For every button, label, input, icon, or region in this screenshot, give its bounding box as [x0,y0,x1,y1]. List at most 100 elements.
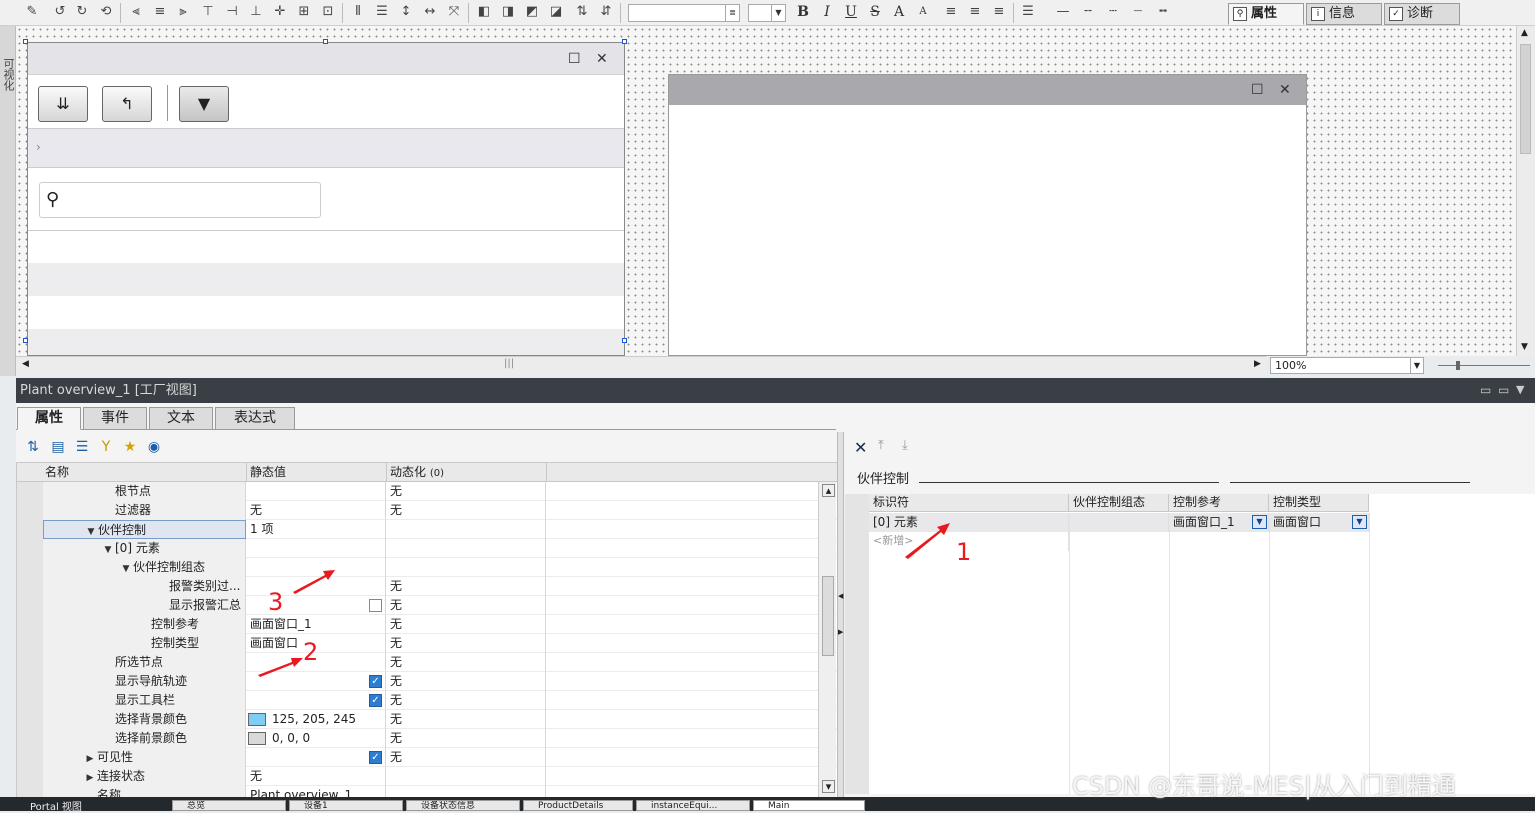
task-tab-device-status[interactable]: 设备状态信息 [406,800,520,811]
checkbox-checked[interactable]: ✓ [369,694,382,707]
font-name-combo[interactable]: ≣ [628,4,740,22]
rotate-right-icon[interactable]: ↻ [74,4,90,20]
sort-button[interactable]: ⇊ [38,86,88,122]
row-type[interactable]: 画面窗口 ▼ [1269,513,1369,532]
property-name[interactable]: 显示工具栏 [43,691,246,710]
column-dynamic-header[interactable]: 动态化 (0) [390,463,444,483]
property-name[interactable]: 选择前景颜色 [43,729,246,748]
column-type-header[interactable]: 控制类型 [1269,494,1369,512]
expander-icon[interactable]: ▼ [84,523,98,538]
dynamic-value[interactable]: 无 [386,501,546,520]
checkbox-checked[interactable]: ✓ [369,675,382,688]
row-gutter[interactable] [17,596,43,615]
forward-icon[interactable]: ◩ [524,4,540,20]
tab-info[interactable]: i 信息 [1306,3,1382,25]
task-tab-instanceequi[interactable]: instanceEqui... [636,800,750,811]
static-value[interactable]: 1 项 [246,520,386,539]
expander-icon[interactable]: ▼ [101,541,115,558]
scroll-down-icon[interactable]: ▾ [822,780,835,793]
static-value[interactable]: 画面窗口_1 [246,615,386,634]
property-name[interactable]: 选择背景颜色 [43,710,246,729]
table-row[interactable]: 显示工具栏 ✓ 无 [17,691,837,710]
expander-icon[interactable]: ▶ [83,750,97,767]
text-align-left-icon[interactable]: ≡ [943,4,959,20]
scroll-right-icon[interactable]: ▶ [1254,359,1261,369]
line-width-icon[interactable]: ☰ [1020,4,1036,20]
grid-vertical-scrollbar[interactable]: ▴ ▾ [818,482,836,798]
align-middle-icon[interactable]: ⊣ [224,4,240,20]
dynamic-value[interactable]: 无 [386,577,546,596]
dynamic-value[interactable]: 无 [386,729,546,748]
dynamic-value[interactable]: 无 [386,653,546,672]
bold-icon[interactable]: B [794,3,812,21]
table-row[interactable]: ▶ 可见性 ✓ 无 [17,748,837,767]
table-row[interactable]: 显示导航轨迹 ✓ 无 [17,672,837,691]
selection-handle[interactable] [622,39,627,44]
static-value[interactable]: ✓ [246,672,386,691]
distribute-v-icon[interactable]: ☰ [374,4,390,20]
property-grid[interactable]: 名称 静态值 动态化 (0) 根节点无过滤器无无 ▼ 伙伴控制 1 项 ▼ [0] 元素 ▼… [16,462,838,798]
close-icon[interactable]: ✕ [596,51,608,67]
property-name[interactable]: ▼ 伙伴控制 [43,520,246,539]
property-name[interactable]: 控制参考 [43,615,246,634]
property-name[interactable]: ▶ 可见性 [43,748,246,767]
align-top-icon[interactable]: ⊤ [200,4,216,20]
dynamic-value[interactable] [386,539,546,558]
expander-icon[interactable]: ▼ [119,560,133,577]
favorites-star-icon[interactable]: ★ [121,438,139,456]
scroll-grip-icon[interactable]: ||| [504,358,514,369]
property-name[interactable]: 根节点 [43,482,246,501]
table-row[interactable]: 报警类别过... 无 [17,577,837,596]
dynamic-value[interactable] [386,520,546,539]
align-center-icon[interactable]: ≡ [152,4,168,20]
align-right-icon[interactable]: ⫸ [175,4,191,20]
row-config[interactable] [1069,513,1169,532]
filter-button[interactable]: ▼ [179,86,229,122]
row-gutter[interactable] [17,691,43,710]
dynamic-value[interactable]: 无 [386,672,546,691]
canvas-horizontal-scrollbar[interactable]: ◀ ||| ▶ [16,356,1266,375]
column-config-header[interactable]: 伙伴控制组态 [1069,494,1169,512]
tab-events[interactable]: 事件 [83,407,147,430]
same-width-icon[interactable]: ↔ [422,4,438,20]
line-solid-icon[interactable]: — [1055,4,1071,20]
static-value[interactable]: 0, 0, 0 [246,729,386,748]
format-painter-icon[interactable]: ✎ [24,4,40,20]
scroll-up-icon[interactable]: ▲ [1521,28,1528,38]
zoom-slider[interactable] [1436,357,1534,374]
up-level-button[interactable]: ↰ [102,86,152,122]
row-gutter[interactable] [17,577,43,596]
breadcrumb[interactable]: › [28,128,624,168]
folder-view-icon[interactable]: ▤ [49,438,67,456]
property-name[interactable]: ▼ [0] 元素 [43,539,246,558]
list-item[interactable] [28,263,624,296]
rotate-left-icon[interactable]: ↺ [52,4,68,20]
selection-handle[interactable] [323,39,328,44]
underline-icon[interactable]: U [842,3,860,21]
maximize-icon[interactable]: ☐ [568,51,581,67]
sort-down-icon[interactable]: ⇵ [598,4,614,20]
table-row[interactable]: [0] 元素 画面窗口_1 ▼ 画面窗口 ▼ [869,513,1369,532]
backward-icon[interactable]: ◪ [548,4,564,20]
selection-handle[interactable] [23,39,28,44]
eye-icon[interactable]: ◉ [145,438,163,456]
line-dash-icon[interactable]: ╌ [1080,4,1096,20]
list-view-icon[interactable]: ☰ [73,438,91,456]
text-align-center-icon[interactable]: ≡ [967,4,983,20]
selection-handle[interactable] [23,338,28,343]
row-gutter[interactable] [17,710,43,729]
chevron-down-icon[interactable]: ▼ [1352,515,1367,529]
table-row[interactable]: 显示报警汇总 无 [17,596,837,615]
row-reference[interactable]: 画面窗口_1 ▼ [1169,513,1269,532]
panel-window-icon[interactable]: ▭ [1498,383,1509,397]
table-row[interactable]: 所选节点 无 [17,653,837,672]
center-horizontal-icon[interactable]: ⊞ [296,4,312,20]
static-value[interactable]: ✓ [246,748,386,767]
row-gutter[interactable] [17,615,43,634]
table-row[interactable]: ▶ 连接状态无 [17,767,837,786]
column-name-header[interactable]: 名称 [45,463,69,481]
task-tab-main[interactable]: Main [753,800,865,811]
table-row[interactable]: 过滤器无无 [17,501,837,520]
tab-texts[interactable]: 文本 [149,407,213,430]
static-value[interactable]: 无 [246,767,386,786]
